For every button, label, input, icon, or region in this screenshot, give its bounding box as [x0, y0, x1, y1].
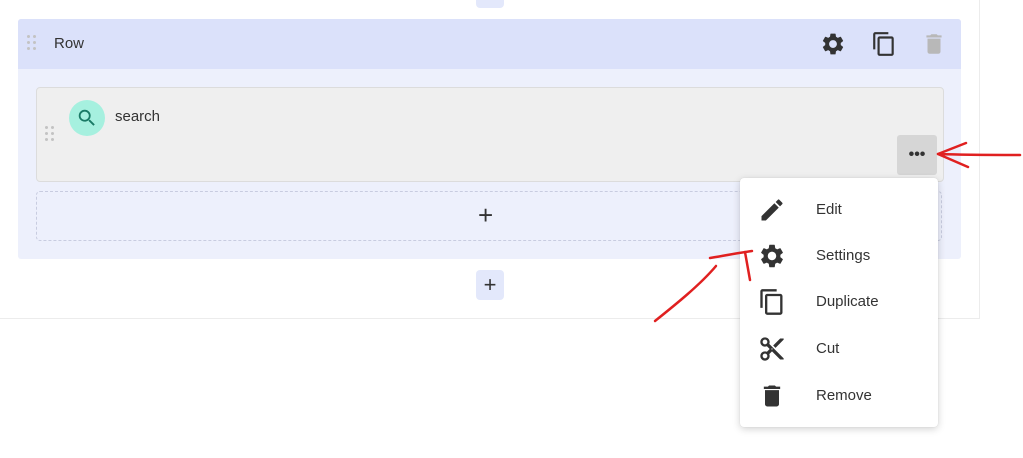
widget-label: search: [115, 108, 161, 125]
add-row-button-top[interactable]: [476, 0, 504, 8]
menu-item-label: Edit: [816, 201, 842, 218]
row-settings-icon[interactable]: [820, 31, 846, 57]
scissors-icon: [758, 335, 786, 363]
row-drag-handle-icon[interactable]: [27, 35, 36, 50]
row-duplicate-icon[interactable]: [871, 31, 897, 57]
menu-item-label: Cut: [816, 340, 840, 357]
menu-item-settings[interactable]: Settings: [740, 233, 938, 279]
add-row-button[interactable]: +: [476, 270, 504, 300]
add-column-plus: +: [478, 200, 494, 230]
more-options-icon: •••: [908, 146, 926, 163]
menu-item-label: Remove: [816, 387, 872, 404]
add-row-plus: +: [483, 272, 497, 297]
column-block[interactable]: search •••: [36, 87, 944, 182]
pencil-icon: [758, 196, 786, 224]
menu-item-duplicate[interactable]: Duplicate: [740, 279, 938, 325]
more-options-button[interactable]: •••: [897, 135, 937, 175]
row-delete-icon[interactable]: [921, 31, 947, 57]
gear-icon: [758, 242, 786, 270]
menu-item-edit[interactable]: Edit: [740, 187, 938, 233]
row-header: Row: [18, 19, 961, 69]
menu-item-label: Duplicate: [816, 293, 879, 310]
row-title: Row: [54, 35, 85, 52]
search-icon: [69, 100, 105, 136]
menu-item-label: Settings: [816, 247, 871, 264]
duplicate-icon: [758, 288, 786, 316]
menu-item-remove[interactable]: Remove: [740, 373, 938, 419]
column-drag-handle-icon[interactable]: [45, 126, 54, 141]
context-menu: Edit Settings Duplicate Cut Remove: [740, 178, 938, 427]
trash-icon: [758, 382, 786, 410]
menu-item-cut[interactable]: Cut: [740, 326, 938, 372]
